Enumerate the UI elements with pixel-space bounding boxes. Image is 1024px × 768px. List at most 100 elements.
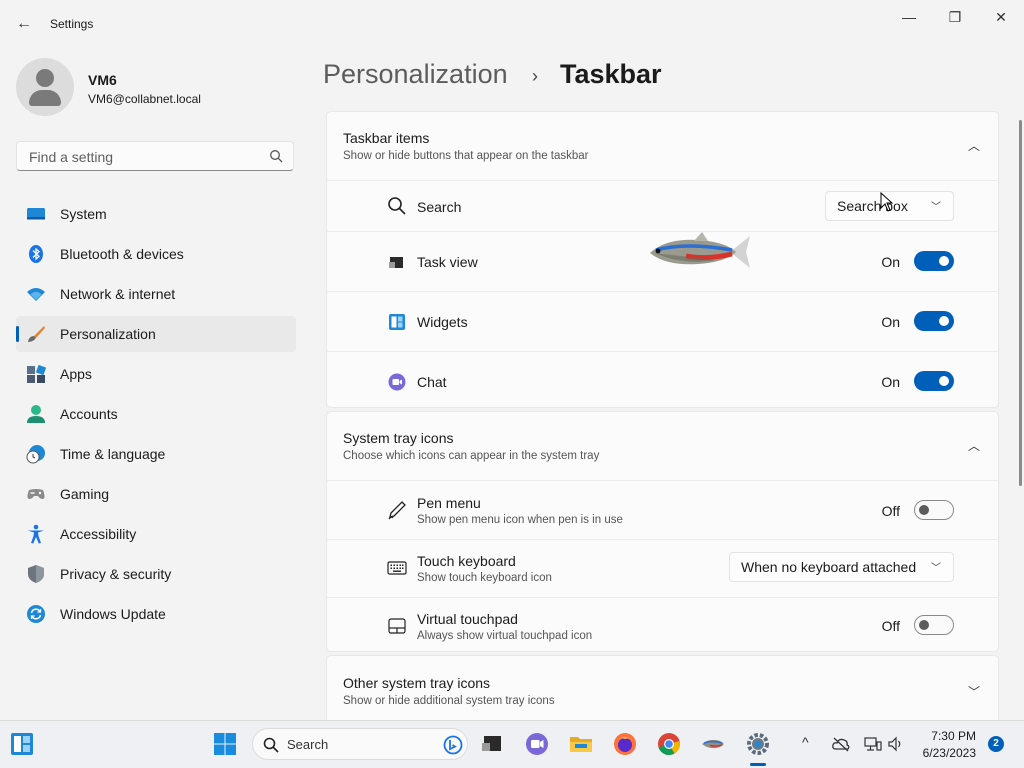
- touch-keyboard-dropdown[interactable]: When no keyboard attached ﹀: [729, 552, 954, 582]
- section-title: Taskbar items: [343, 130, 430, 146]
- active-app-indicator: [750, 763, 766, 766]
- taskbar-search-label: Search: [287, 737, 329, 752]
- page-title: Taskbar: [560, 59, 662, 89]
- section-title: System tray icons: [343, 430, 454, 446]
- sidebar-item-accounts[interactable]: Accounts: [16, 396, 296, 432]
- search-box[interactable]: [16, 141, 294, 171]
- section-title: Other system tray icons: [343, 675, 491, 691]
- sidebar-item-windows-update[interactable]: Windows Update: [16, 596, 296, 632]
- avatar-body: [29, 90, 61, 106]
- notification-badge[interactable]: 2: [988, 736, 1004, 752]
- sidebar-item-system[interactable]: System: [16, 196, 296, 232]
- widgets-icon[interactable]: [10, 732, 34, 756]
- sidebar-item-label: Apps: [60, 366, 92, 382]
- file-explorer-icon[interactable]: [568, 731, 594, 757]
- sidebar-item-personalization[interactable]: Personalization: [16, 316, 296, 352]
- sidebar-item-label: Accessibility: [60, 526, 137, 542]
- dropdown-value: Search box: [837, 198, 908, 214]
- windows-start-icon[interactable]: [213, 732, 237, 756]
- avatar-head: [36, 69, 54, 87]
- setting-description: Show touch keyboard icon: [417, 572, 552, 584]
- chevron-up-icon[interactable]: ︿: [968, 137, 980, 154]
- chat-icon: [388, 373, 406, 391]
- setting-row-virtual-touchpad: Virtual touchpad Always show virtual tou…: [327, 598, 998, 655]
- bing-icon[interactable]: [443, 735, 463, 755]
- person-icon: [27, 405, 45, 423]
- network-icon[interactable]: [864, 736, 882, 752]
- sidebar-item-label: System: [60, 206, 107, 222]
- setting-label: Task view: [417, 254, 478, 270]
- sidebar-item-apps[interactable]: Apps: [16, 356, 296, 392]
- breadcrumb-parent[interactable]: Personalization: [323, 59, 508, 90]
- system-tray-header[interactable]: System tray icons Choose which icons can…: [327, 412, 998, 481]
- setting-label: Search: [417, 199, 462, 215]
- taskbar-search[interactable]: Search: [252, 728, 468, 760]
- chevron-up-icon[interactable]: ︿: [968, 437, 980, 454]
- taskbar-items-header[interactable]: Taskbar items Show or hide buttons that …: [327, 112, 998, 181]
- chevron-down-icon[interactable]: ﹀: [968, 683, 980, 700]
- other-tray-card[interactable]: Other system tray icons Show or hide add…: [326, 655, 999, 720]
- settings-gear-icon[interactable]: [745, 731, 771, 757]
- sidebar-item-label: Accounts: [60, 406, 118, 422]
- clock-time[interactable]: 7:30 PM: [931, 729, 976, 743]
- firefox-icon[interactable]: [612, 731, 638, 757]
- sidebar-item-network[interactable]: Network & internet: [16, 276, 296, 312]
- widgets-toggle[interactable]: [914, 311, 954, 331]
- clock-date[interactable]: 6/23/2023: [923, 746, 976, 760]
- setting-label: Virtual touchpad: [417, 611, 518, 627]
- setting-row-widgets: Widgets On: [327, 292, 998, 352]
- windows-taskbar: Search ^ 7:30 PM 6/23/2023: [0, 720, 1024, 768]
- scrollbar-thumb[interactable]: [1019, 120, 1022, 486]
- sidebar-item-bluetooth[interactable]: Bluetooth & devices: [16, 236, 296, 272]
- system-icon: [27, 208, 45, 220]
- search-input[interactable]: [27, 148, 261, 166]
- keyboard-icon: [387, 561, 407, 575]
- chevron-down-icon: ﹀: [931, 202, 941, 213]
- sidebar-item-privacy[interactable]: Privacy & security: [16, 556, 296, 592]
- sidebar-item-label: Bluetooth & devices: [60, 246, 184, 262]
- close-button[interactable]: ✕: [978, 6, 1024, 28]
- maximize-button[interactable]: ❐: [932, 6, 978, 28]
- setting-description: Always show virtual touchpad icon: [417, 630, 593, 642]
- sidebar-item-label: Network & internet: [60, 286, 176, 302]
- system-tray-card: System tray icons Choose which icons can…: [326, 411, 999, 652]
- sidebar-item-time-language[interactable]: Time & language: [16, 436, 296, 472]
- section-subtitle: Show or hide buttons that appear on the …: [343, 150, 589, 162]
- onedrive-offline-icon[interactable]: [832, 736, 850, 752]
- setting-row-touch-keyboard: Touch keyboard Show touch keyboard icon …: [327, 540, 998, 598]
- sidebar-item-label: Windows Update: [60, 606, 166, 622]
- chrome-icon[interactable]: [656, 731, 682, 757]
- widgets-icon: [389, 314, 405, 330]
- setting-label: Widgets: [417, 314, 468, 330]
- fish-app-icon[interactable]: [700, 731, 726, 757]
- chevron-up-icon[interactable]: ^: [802, 734, 809, 750]
- search-icon: [270, 150, 283, 163]
- sidebar-item-accessibility[interactable]: Accessibility: [16, 516, 296, 552]
- bluetooth-icon: [29, 245, 43, 263]
- chat-toggle[interactable]: [914, 371, 954, 391]
- clock-globe-icon: [26, 445, 45, 464]
- setting-label: Chat: [417, 374, 447, 390]
- back-button[interactable]: ←: [12, 12, 36, 36]
- virtual-touchpad-toggle[interactable]: [914, 615, 954, 635]
- toggle-state-label: Off: [881, 618, 900, 634]
- brush-icon: [28, 326, 45, 342]
- chat-icon[interactable]: [524, 731, 550, 757]
- title-bar: ← Settings — ❐ ✕: [0, 0, 1024, 48]
- sidebar-item-label: Time & language: [60, 446, 166, 462]
- setting-label: Pen menu: [417, 495, 481, 511]
- task-view-icon[interactable]: [479, 731, 505, 757]
- avatar[interactable]: [16, 58, 74, 116]
- toggle-state-label: On: [881, 314, 900, 330]
- minimize-button[interactable]: —: [886, 6, 932, 28]
- search-icon: [388, 197, 406, 215]
- task-view-toggle[interactable]: [914, 251, 954, 271]
- volume-icon[interactable]: [888, 736, 904, 752]
- gamepad-icon: [27, 489, 45, 499]
- setting-row-pen-menu: Pen menu Show pen menu icon when pen is …: [327, 481, 998, 540]
- sidebar-item-gaming[interactable]: Gaming: [16, 476, 296, 512]
- setting-row-search: Search Search box ﹀: [327, 181, 998, 232]
- pen-menu-toggle[interactable]: [914, 500, 954, 520]
- setting-description: Show pen menu icon when pen is in use: [417, 514, 623, 526]
- toggle-state-label: Off: [881, 503, 900, 519]
